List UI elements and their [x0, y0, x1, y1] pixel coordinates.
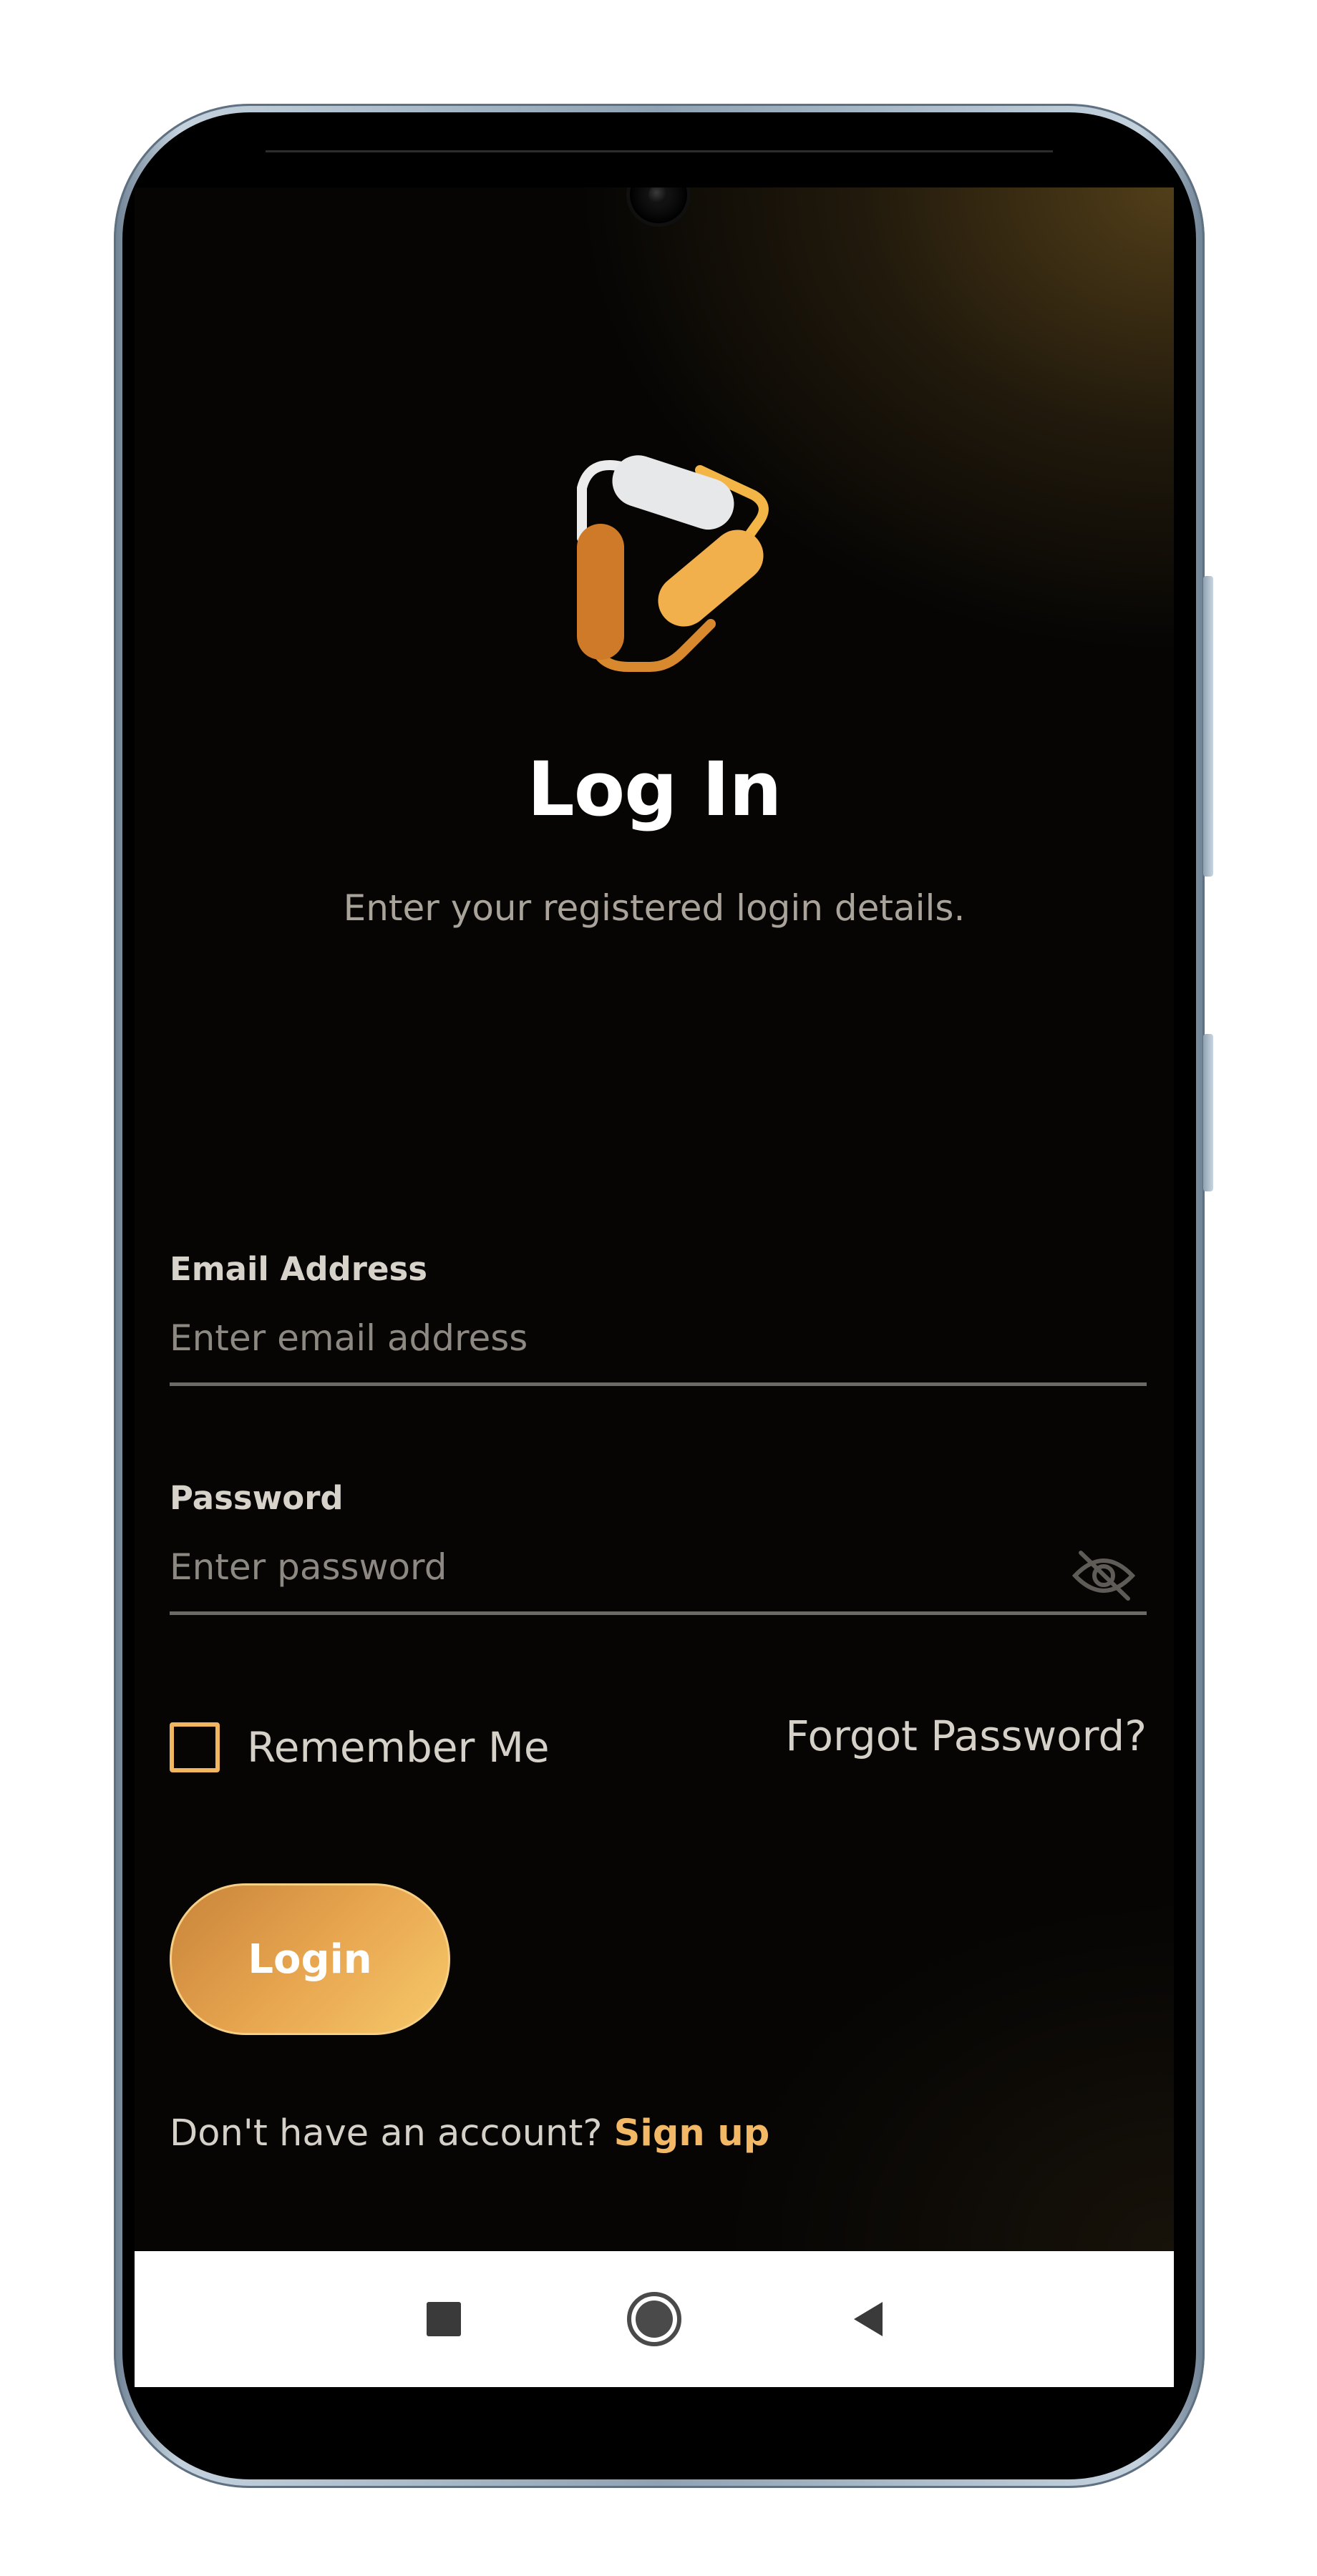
eye-off-icon	[1071, 1551, 1136, 1601]
remember-me-checkbox[interactable]: Remember Me	[170, 1715, 550, 1780]
page-subtitle: Enter your registered login details.	[343, 887, 966, 929]
password-label: Password	[170, 1479, 344, 1517]
android-navigation-bar	[135, 2251, 1174, 2387]
home-button[interactable]	[618, 2283, 690, 2355]
checkbox-box[interactable]	[170, 1722, 220, 1772]
speaker-grille	[266, 150, 1053, 152]
login-screen: Log In Enter your registered login detai…	[135, 187, 1174, 2251]
signup-prompt: Don't have an account?	[170, 2112, 614, 2155]
password-visibility-toggle[interactable]	[1068, 1540, 1139, 1611]
email-label: Email Address	[170, 1250, 428, 1288]
email-input[interactable]	[170, 1307, 1147, 1386]
front-camera	[630, 187, 687, 223]
password-input[interactable]	[170, 1536, 1147, 1615]
back-button[interactable]	[832, 2283, 904, 2355]
login-button[interactable]: Login	[170, 1883, 450, 2035]
recents-icon	[427, 2302, 461, 2336]
back-icon	[854, 2302, 883, 2336]
app-logo	[577, 455, 769, 672]
forgot-password-link[interactable]: Forgot Password?	[785, 1712, 1147, 1760]
volume-button	[1203, 1034, 1213, 1191]
page-title: Log In	[527, 746, 782, 833]
signup-link[interactable]: Sign up	[614, 2112, 770, 2155]
signup-row: Don't have an account? Sign up	[170, 2112, 769, 2155]
recents-button[interactable]	[408, 2283, 480, 2355]
remember-me-label: Remember Me	[247, 1723, 550, 1772]
power-button	[1203, 576, 1213, 877]
home-icon	[627, 2292, 681, 2346]
